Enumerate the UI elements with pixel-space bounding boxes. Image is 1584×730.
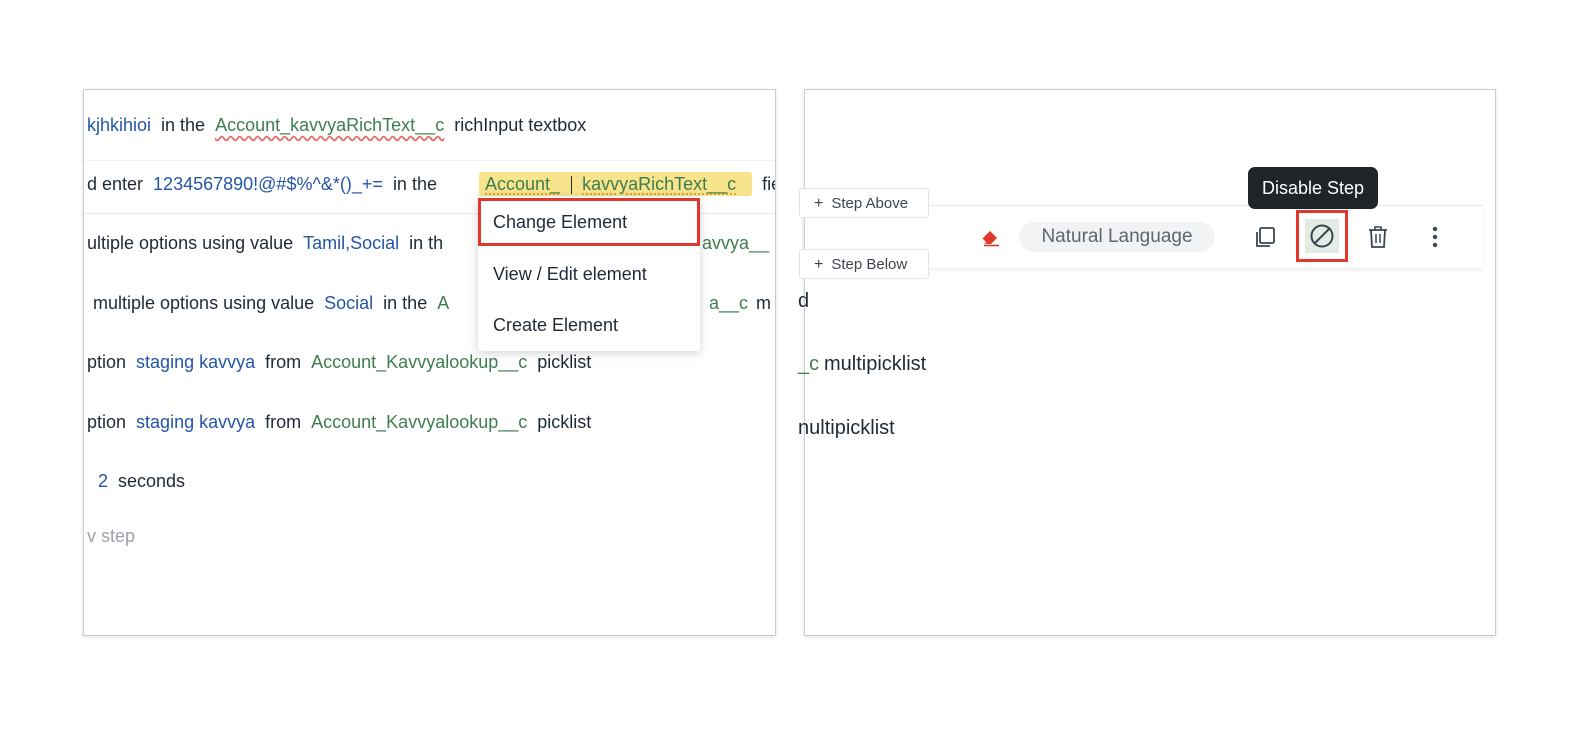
step-above-button[interactable]: + Step Above — [799, 188, 929, 218]
menu-item-change-element[interactable]: Change Element — [478, 198, 700, 246]
disable-icon[interactable] — [1305, 219, 1339, 253]
step-text: in the — [161, 115, 206, 135]
element-context-menu: Change Element View / Edit element Creat… — [478, 197, 700, 351]
step-element-token[interactable]: Account_Kavvyalookup__c — [311, 352, 527, 372]
step-text: in th — [409, 233, 444, 253]
step-element-token[interactable]: A — [437, 293, 449, 313]
step-line[interactable]: kjhkihioi in the Account_kavvyaRichText__c… — [87, 111, 596, 139]
step-text: picklist — [537, 412, 592, 432]
step-text-fragment: multipicklist — [824, 353, 927, 375]
step-text-fragment: nultipicklist — [798, 417, 895, 439]
step-line[interactable]: v step — [87, 522, 145, 550]
trash-icon[interactable] — [1361, 220, 1395, 254]
step-element-token[interactable]: Account_kavvyaRichText__c — [215, 115, 444, 135]
step-line[interactable]: 2 seconds — [98, 467, 195, 495]
step-text: ption — [87, 412, 127, 432]
step-value-token[interactable]: kjhkihioi — [87, 115, 151, 135]
menu-item-view-edit-element[interactable]: View / Edit element — [478, 251, 700, 297]
step-line[interactable]: ption staging kavvya from Account_Kavvyaloo… — [87, 408, 601, 436]
line-2-element-area: Account_ kavvyaRichText__c field — [479, 170, 775, 198]
step-text: picklist — [537, 352, 592, 372]
step-element-token[interactable]: Account_Kavvyalookup__c — [311, 412, 527, 432]
step-text: seconds — [118, 471, 186, 491]
step-text: in the — [383, 293, 428, 313]
menu-item-create-element[interactable]: Create Element — [478, 302, 700, 348]
step-text: from — [265, 412, 302, 432]
more-vertical-icon[interactable] — [1418, 220, 1452, 254]
disable-step-tooltip: Disable Step — [1248, 167, 1378, 209]
line-2-tail: field — [762, 174, 775, 194]
step-line[interactable]: d enter 1234567890!@#$%^&*()_+= in the — [87, 170, 447, 198]
step-below-label: Step Below — [831, 256, 908, 273]
line-4-tail-a: a__c — [709, 293, 749, 313]
step-text: multiple options using value — [93, 293, 315, 313]
step-text: v step — [87, 526, 136, 546]
step-value-token[interactable]: 2 — [98, 471, 108, 491]
step-text: ption — [87, 352, 127, 372]
step-text: in the — [392, 174, 437, 194]
step-line[interactable]: ultiple options using value Tamil,Social i… — [87, 229, 453, 257]
step-text-fragment: _c — [798, 353, 820, 375]
step-text: ultiple options using value — [87, 233, 294, 253]
element-token-part-a: Account_ — [485, 174, 561, 194]
element-token-part-b: kavvyaRichText__c — [582, 174, 737, 194]
eraser-icon[interactable] — [973, 220, 1007, 254]
step-line[interactable]: ption staging kavvya from Account_Kavvyaloo… — [87, 348, 601, 376]
step-line[interactable]: multiple options using value Social in the… — [93, 289, 459, 317]
step-value-token[interactable]: staging kavvya — [136, 352, 255, 372]
step-below-button[interactable]: + Step Below — [799, 249, 929, 279]
line-3-tail: avvya__ — [702, 233, 770, 253]
line-4-tail-b: m — [756, 293, 771, 313]
step-value-token[interactable]: Tamil,Social — [303, 233, 399, 253]
plus-icon: + — [814, 256, 824, 273]
text-caret — [571, 176, 573, 195]
step-above-label: Step Above — [831, 195, 909, 212]
step-text-fragment: d — [798, 290, 810, 312]
step-value-token[interactable]: staging kavvya — [136, 412, 255, 432]
step-text: richInput textbox — [454, 115, 587, 135]
step-editor-panel-left: kjhkihioi in the Account_ kavvyaRichText__c… — [83, 89, 776, 636]
step-value-token[interactable]: Social — [324, 293, 373, 313]
natural-language-mode-pill[interactable]: Natural Language — [1019, 222, 1215, 252]
step-value-token[interactable]: 1234567890!@#$%^&*()_+= — [153, 174, 383, 194]
step-text: d enter — [87, 174, 144, 194]
step-text: from — [265, 352, 302, 372]
highlighted-element-token[interactable]: Account_ kavvyaRichText__c — [479, 172, 753, 196]
disable-step-highlight — [1296, 210, 1348, 262]
plus-icon: + — [814, 195, 824, 212]
copy-icon[interactable] — [1248, 220, 1282, 254]
